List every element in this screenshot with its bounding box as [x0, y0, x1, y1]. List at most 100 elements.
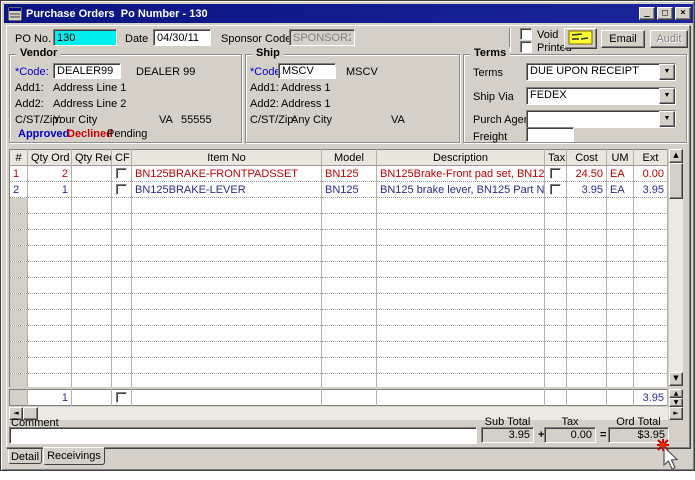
summary-spin-down-icon[interactable]: ▼ — [669, 398, 683, 407]
close-button[interactable]: × — [675, 7, 691, 20]
shipvia-dropdown[interactable]: FEDEX ▼ — [526, 87, 676, 105]
grid-empty-row — [10, 278, 668, 294]
col-header-tax[interactable]: Tax — [545, 150, 567, 166]
ship-city: Any City — [291, 114, 332, 126]
purch-agent-dropdown[interactable]: ▼ — [526, 110, 676, 128]
po-number-input[interactable] — [53, 29, 117, 46]
grid-empty-row — [10, 310, 668, 326]
grid-empty-row — [10, 198, 668, 214]
col-header-item-no[interactable]: Item No — [132, 150, 322, 166]
sponsor-code-input — [289, 29, 355, 46]
terms-value: DUE UPON RECEIPT — [527, 64, 659, 80]
vendor-add1-label: Add1: — [15, 82, 44, 94]
grid-empty-row — [10, 262, 668, 278]
ship-name: MSCV — [346, 66, 378, 78]
vendor-status-pending: Pending — [107, 128, 147, 140]
ship-add2-label: Add2: — [250, 98, 279, 110]
vendor-zip: 55555 — [181, 114, 212, 126]
shipvia-label: Ship Via — [473, 91, 514, 103]
sponsor-code-label: Sponsor Code — [221, 33, 291, 45]
grid-empty-row — [10, 230, 668, 246]
summary-ext: 3.95 — [634, 390, 668, 406]
vendor-state: VA — [159, 114, 173, 126]
grid-summary-row: 1 3.95 — [9, 389, 668, 407]
table-row[interactable]: 2 1 BN125BRAKE-LEVER BN125 BN125 brake l… — [10, 182, 668, 198]
note-icon — [568, 30, 593, 45]
date-input[interactable] — [153, 29, 211, 46]
void-checkbox[interactable] — [520, 28, 532, 40]
tax-checkbox[interactable] — [550, 168, 561, 179]
col-header-um[interactable]: UM — [607, 150, 634, 166]
purchase-orders-window: Purchase Orders Po Number - 130 _ □ × PO… — [0, 0, 695, 471]
summary-spin-up-icon[interactable]: ▲ — [669, 389, 683, 398]
email-button[interactable]: Email — [601, 30, 645, 48]
line-items-grid: # Qty Ord Qty Rec CF Item No Model Descr… — [9, 149, 683, 415]
app-form-icon — [8, 7, 22, 21]
vendor-status-approved: Approved — [18, 128, 69, 140]
ship-code-input[interactable] — [278, 63, 336, 79]
vendor-add1-value: Address Line 1 — [53, 82, 126, 94]
terms-group-title: Terms — [470, 47, 510, 59]
summary-qty-ord: 1 — [28, 390, 72, 406]
shipvia-dropdown-arrow-icon[interactable]: ▼ — [659, 88, 675, 104]
shipvia-value: FEDEX — [527, 88, 659, 104]
terms-dropdown[interactable]: DUE UPON RECEIPT ▼ — [526, 63, 676, 81]
subtotal-value: 3.95 — [481, 427, 534, 443]
ship-add2-value: Address 1 — [281, 98, 331, 110]
date-label: Date — [125, 33, 148, 45]
cf-checkbox[interactable] — [116, 184, 127, 195]
table-row[interactable]: 1 2 BN125BRAKE-FRONTPADSSET BN125 BN125B… — [10, 166, 668, 182]
printed-checkbox[interactable] — [520, 41, 532, 53]
grid-header-row: # Qty Ord Qty Rec CF Item No Model Descr… — [10, 150, 668, 166]
col-header-cf[interactable]: CF — [112, 150, 132, 166]
grid-body: 1 2 BN125BRAKE-FRONTPADSSET BN125 BN125B… — [10, 166, 668, 388]
grid-empty-row — [10, 342, 668, 358]
grid-empty-row — [10, 358, 668, 374]
note-button[interactable] — [564, 28, 597, 49]
vendor-status-declined: Declined — [67, 128, 113, 140]
purch-agent-dropdown-arrow-icon[interactable]: ▼ — [659, 111, 675, 127]
purch-agent-label: Purch Agent — [473, 114, 533, 126]
grid-empty-row — [10, 246, 668, 262]
vendor-add2-label: Add2: — [15, 98, 44, 110]
tab-receivings[interactable]: Receivings — [43, 447, 105, 465]
tab-detail[interactable]: Detail — [8, 449, 42, 464]
ship-add1-value: Address 1 — [281, 82, 331, 94]
grid-empty-row — [10, 326, 668, 342]
col-header-num[interactable]: # — [10, 150, 28, 166]
col-header-model[interactable]: Model — [322, 150, 377, 166]
vendor-code-label: *Code: — [15, 66, 49, 78]
minimize-button[interactable]: _ — [639, 7, 655, 20]
terms-dropdown-arrow-icon[interactable]: ▼ — [659, 64, 675, 80]
summary-cf-checkbox[interactable] — [116, 392, 127, 403]
vscroll-down-icon[interactable]: ▼ — [669, 372, 683, 386]
ship-add1-label: Add1: — [250, 82, 279, 94]
col-header-ext[interactable]: Ext — [634, 150, 668, 166]
ship-state: VA — [391, 114, 405, 126]
vscroll-up-icon[interactable]: ▲ — [669, 149, 683, 163]
col-header-qty-rec[interactable]: Qty Rec — [72, 150, 112, 166]
col-header-cost[interactable]: Cost — [567, 150, 607, 166]
tax-checkbox[interactable] — [550, 184, 561, 195]
col-header-qty-ord[interactable]: Qty Ord — [28, 150, 72, 166]
vscroll-thumb[interactable] — [669, 163, 683, 199]
vendor-add2-value: Address Line 2 — [53, 98, 126, 110]
cf-checkbox[interactable] — [116, 168, 127, 179]
comment-input[interactable] — [9, 427, 477, 444]
maximize-button[interactable]: □ — [657, 7, 673, 20]
window-title: Purchase Orders Po Number - 130 — [26, 8, 637, 20]
ship-cst-label: C/ST/Zip: — [250, 114, 296, 126]
vendor-group-title: Vendor — [16, 47, 61, 59]
audit-button: Audit — [650, 30, 688, 48]
title-bar: Purchase Orders Po Number - 130 _ □ × — [4, 4, 693, 23]
freight-input[interactable] — [526, 127, 574, 142]
grid-empty-row — [10, 374, 668, 388]
vendor-name: DEALER 99 — [136, 66, 195, 78]
hscroll-right-icon[interactable]: ► — [669, 407, 683, 420]
vendor-code-input[interactable] — [53, 63, 121, 79]
void-label: Void — [537, 29, 558, 41]
freight-label: Freight — [473, 131, 507, 143]
grid-empty-row — [10, 214, 668, 230]
col-header-description[interactable]: Description — [377, 150, 545, 166]
terms-label: Terms — [473, 67, 503, 79]
